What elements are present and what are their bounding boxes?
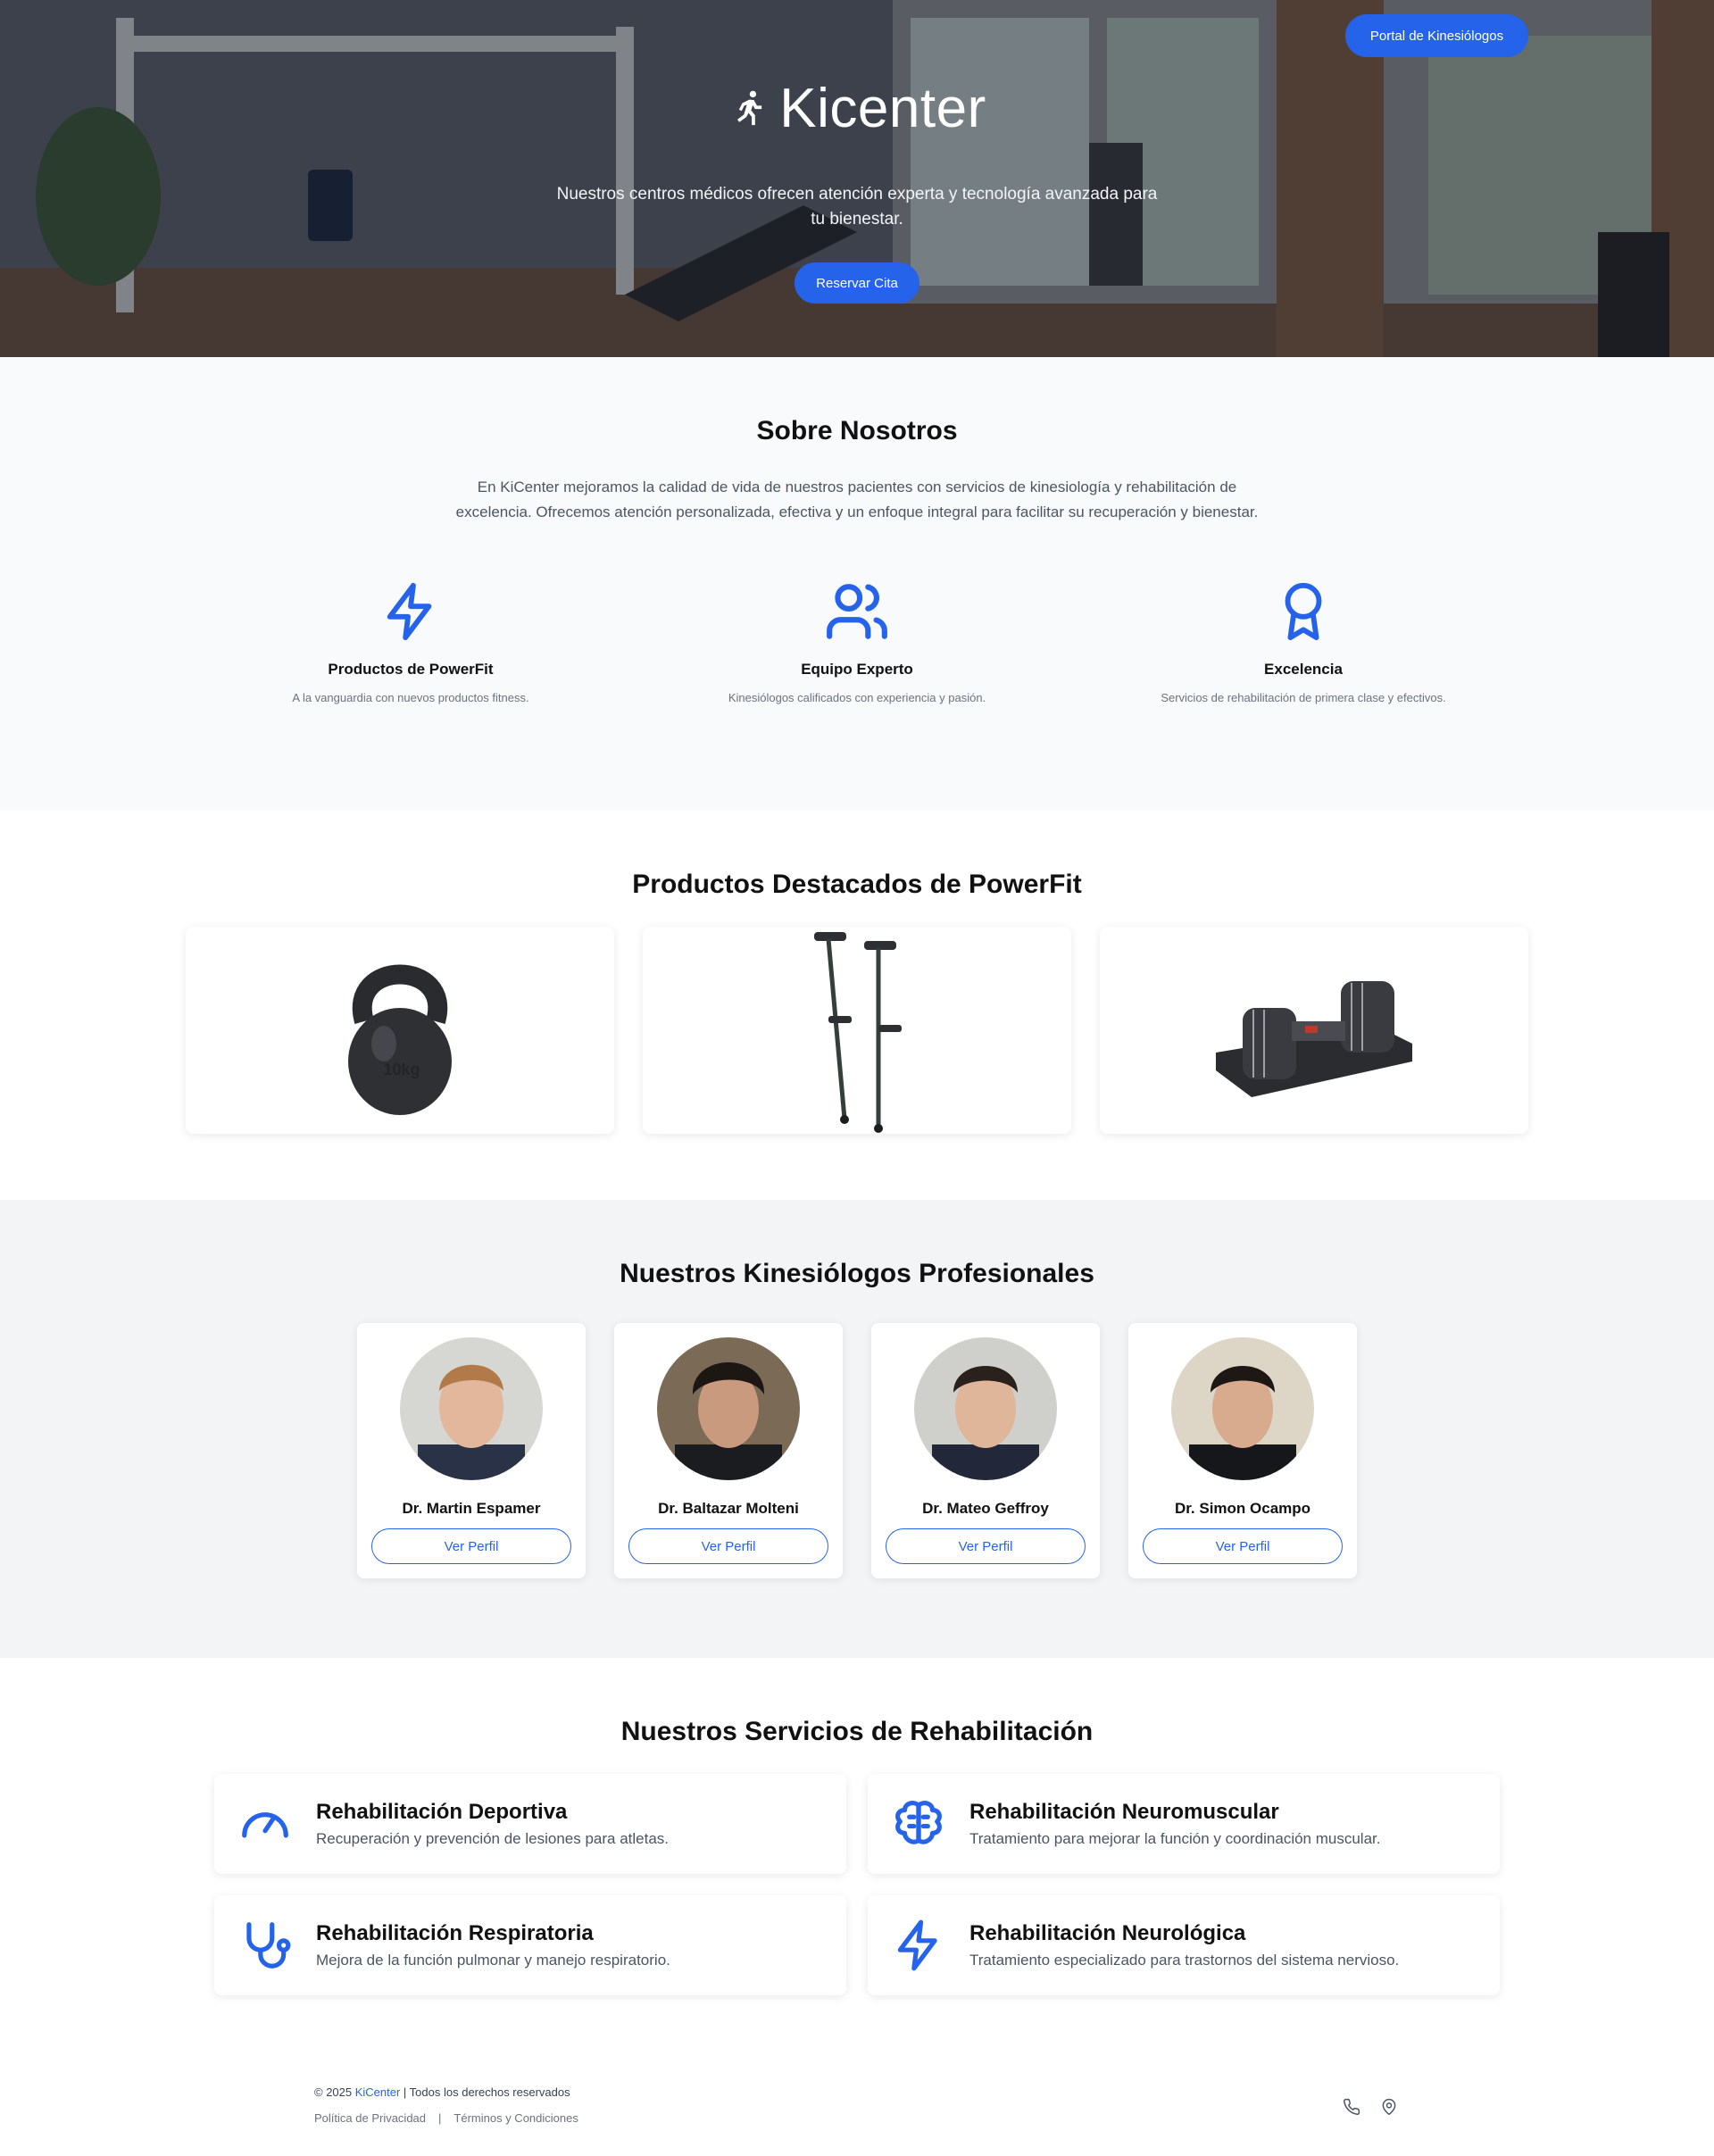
doctor-name: Dr. Baltazar Molteni: [658, 1500, 799, 1517]
lightning-icon: [897, 1919, 937, 1971]
services-section: Nuestros Servicios de Rehabilitación Reh…: [0, 1658, 1714, 2057]
portal-kinesiologos-button[interactable]: Portal de Kinesiólogos: [1345, 14, 1528, 57]
brand-logo[interactable]: Kicenter: [0, 77, 1714, 139]
feature-description: Kinesiólogos calificados con experiencia…: [728, 691, 986, 704]
footer-contact-icons: [1343, 2098, 1398, 2116]
team-card: Dr. Martin Espamer Ver Perfil: [357, 1323, 586, 1578]
ver-perfil-button[interactable]: Ver Perfil: [886, 1528, 1086, 1564]
service-description: Mejora de la función pulmonar y manejo r…: [316, 1952, 670, 1969]
doctor-name: Dr. Simon Ocampo: [1174, 1500, 1311, 1517]
team-card: Dr. Mateo Geffroy Ver Perfil: [871, 1323, 1100, 1578]
location-pin-icon[interactable]: [1380, 2098, 1398, 2116]
service-description: Tratamiento especializado para trastorno…: [969, 1952, 1400, 1969]
gauge-icon: [242, 1812, 288, 1838]
products-row: 10kg: [0, 927, 1714, 1134]
about-text: En KiCenter mejoramos la calidad de vida…: [455, 479, 1259, 520]
footer: © 2025 KiCenter | Todos los derechos res…: [0, 2057, 1714, 2156]
service-title: Rehabilitación Respiratoria: [316, 1921, 594, 1945]
copyright-suffix: | Todos los derechos reservados: [400, 2085, 570, 2099]
hero-subtitle: Nuestros centros médicos ofrecen atenció…: [556, 185, 1158, 229]
service-card-respiratoria[interactable]: Rehabilitación Respiratoria Mejora de la…: [214, 1895, 846, 1995]
award-icon: [1285, 582, 1322, 641]
footer-brand-link[interactable]: KiCenter: [355, 2085, 401, 2099]
users-icon: [827, 584, 887, 639]
about-title: Sobre Nosotros: [756, 416, 958, 445]
avatar: [400, 1337, 543, 1480]
product-card-crutches[interactable]: [643, 927, 1071, 1134]
running-person-icon: [737, 90, 762, 126]
copyright-prefix: © 2025: [314, 2085, 355, 2099]
service-card-neuromuscular[interactable]: Rehabilitación Neuromuscular Tratamiento…: [868, 1774, 1500, 1874]
feature-equipo: Equipo Experto Kinesiólogos calificados …: [634, 579, 1080, 704]
services-grid: Rehabilitación Deportiva Recuperación y …: [0, 1774, 1714, 1995]
feature-title: Productos de PowerFit: [328, 661, 494, 678]
service-title: Rehabilitación Deportiva: [316, 1800, 568, 1824]
about-section: Sobre Nosotros En KiCenter mejoramos la …: [0, 357, 1714, 811]
features-row: Productos de PowerFit A la vanguardia co…: [0, 579, 1714, 704]
feature-title: Equipo Experto: [801, 661, 913, 678]
product-card-dumbbell[interactable]: [1100, 927, 1528, 1134]
team-card: Dr. Simon Ocampo Ver Perfil: [1128, 1323, 1357, 1578]
ver-perfil-button[interactable]: Ver Perfil: [628, 1528, 828, 1564]
brain-icon: [895, 1801, 942, 1844]
copyright: © 2025 KiCenter | Todos los derechos res…: [314, 2085, 578, 2099]
ver-perfil-button[interactable]: Ver Perfil: [1143, 1528, 1343, 1564]
footer-links: Política de Privacidad | Términos y Condic…: [314, 2111, 578, 2125]
doctor-name: Dr. Mateo Geffroy: [922, 1500, 1049, 1517]
team-row: Dr. Martin Espamer Ver Perfil Dr. Baltaz…: [0, 1323, 1714, 1578]
service-description: Tratamiento para mejorar la función y co…: [969, 1830, 1381, 1847]
stethoscope-icon: [246, 1922, 291, 1969]
service-description: Recuperación y prevención de lesiones pa…: [316, 1830, 670, 1847]
privacy-link[interactable]: Política de Privacidad: [314, 2111, 426, 2125]
ver-perfil-button[interactable]: Ver Perfil: [371, 1528, 571, 1564]
avatar: [914, 1337, 1057, 1480]
crutches-image: [814, 932, 902, 1133]
footer-separator: |: [438, 2111, 442, 2125]
team-card: Dr. Baltazar Molteni Ver Perfil: [614, 1323, 843, 1578]
feature-description: Servicios de rehabilitación de primera c…: [1161, 691, 1446, 704]
avatar: [657, 1337, 800, 1480]
feature-excelencia: Excelencia Servicios de rehabilitación d…: [1080, 579, 1527, 704]
adjustable-dumbbell-image: [1216, 981, 1412, 1097]
service-card-neurologica[interactable]: Rehabilitación Neurológica Tratamiento e…: [868, 1895, 1500, 1995]
doctor-name: Dr. Martin Espamer: [402, 1500, 541, 1517]
service-card-deportiva[interactable]: Rehabilitación Deportiva Recuperación y …: [214, 1774, 846, 1874]
hero-content: Kicenter Nuestros centros médicos ofrece…: [0, 77, 1714, 304]
services-title: Nuestros Servicios de Rehabilitación: [620, 1717, 1094, 1746]
service-title: Rehabilitación Neurológica: [969, 1921, 1246, 1945]
avatar: [1171, 1337, 1314, 1480]
brand-name: Kicenter: [779, 77, 986, 139]
products-section: Productos Destacados de PowerFit 10kg: [0, 811, 1714, 1200]
feature-title: Excelencia: [1264, 661, 1343, 678]
phone-icon[interactable]: [1343, 2098, 1360, 2116]
team-title: Nuestros Kinesiólogos Profesionales: [620, 1259, 1094, 1288]
products-title: Productos Destacados de PowerFit: [632, 870, 1082, 899]
feature-description: A la vanguardia con nuevos productos fit…: [292, 691, 529, 704]
footer-info: © 2025 KiCenter | Todos los derechos res…: [314, 2085, 578, 2125]
lightning-icon: [387, 582, 432, 641]
product-card-kettlebell[interactable]: 10kg: [186, 927, 614, 1134]
kettlebell-image: 10kg: [348, 964, 452, 1115]
kettlebell-weight-label: 10kg: [383, 1061, 420, 1078]
terms-link[interactable]: Términos y Condiciones: [453, 2111, 578, 2125]
team-section: Nuestros Kinesiólogos Profesionales Dr. …: [0, 1200, 1714, 1658]
hero-section: Portal de Kinesiólogos Kicenter Nuestros…: [0, 0, 1714, 357]
feature-powerfit: Productos de PowerFit A la vanguardia co…: [187, 579, 634, 704]
reservar-cita-button[interactable]: Reservar Cita: [795, 262, 919, 304]
service-title: Rehabilitación Neuromuscular: [969, 1800, 1279, 1824]
